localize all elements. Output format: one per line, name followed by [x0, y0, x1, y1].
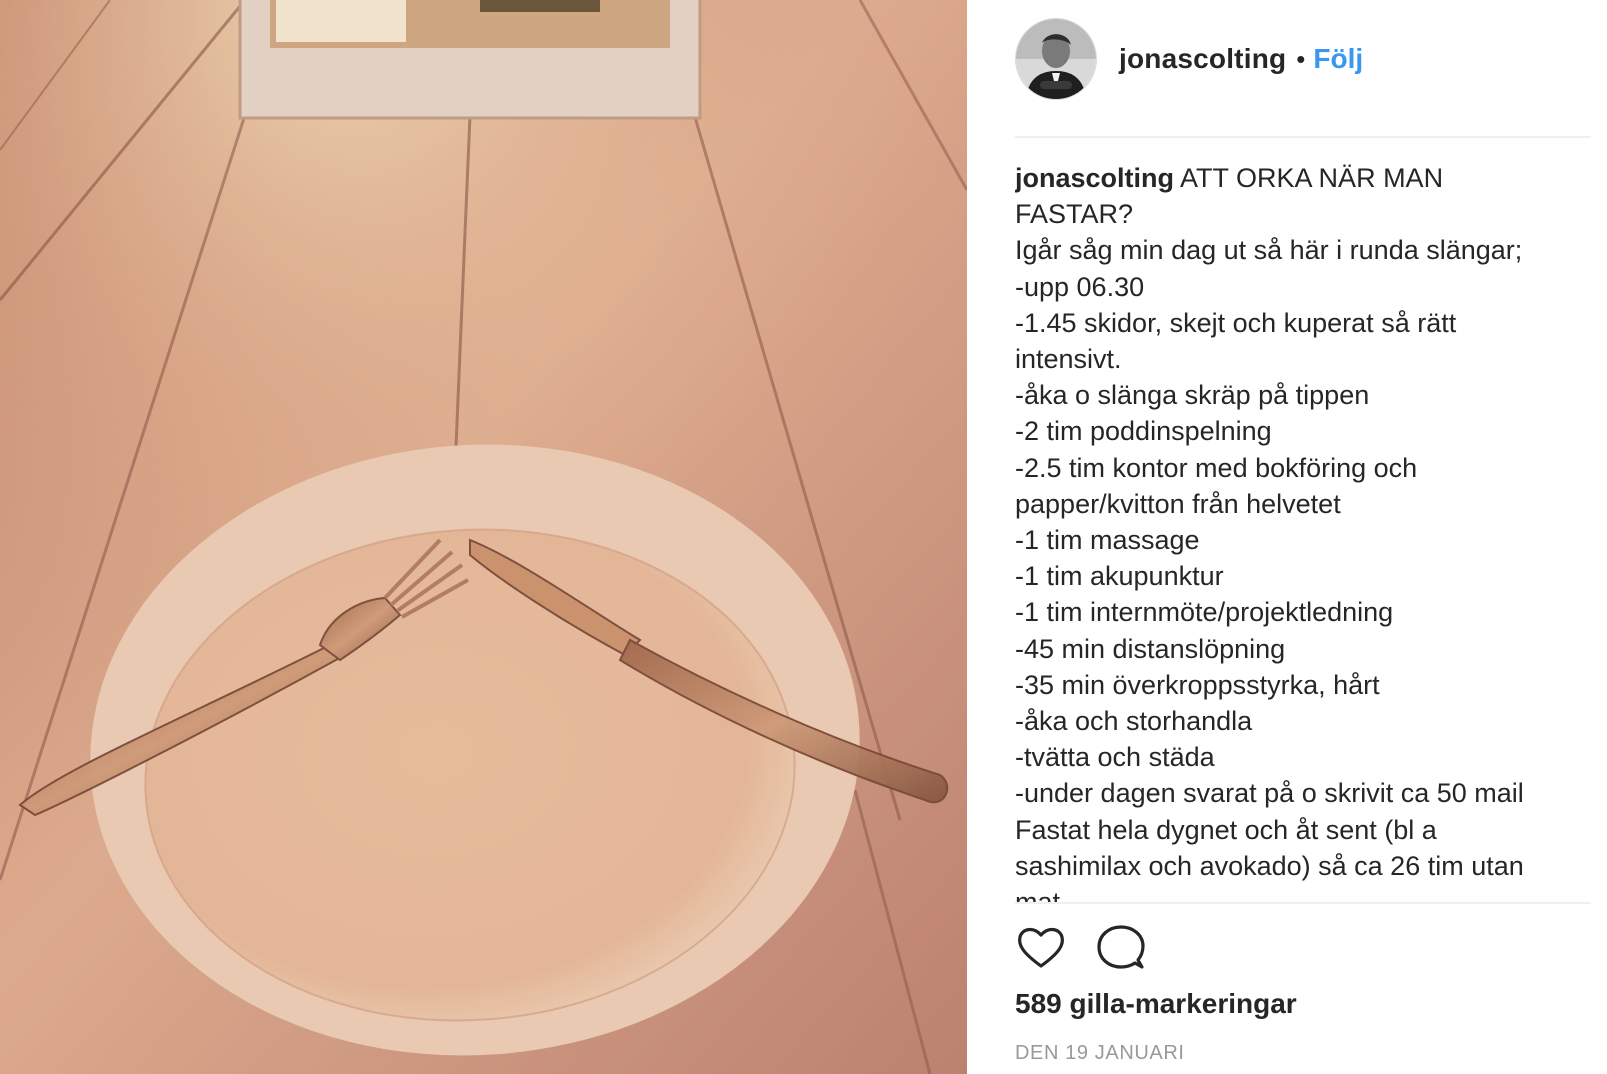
- caption-text: -35 min överkroppsstyrka, hårt: [1015, 669, 1380, 700]
- post-header: jonascolting • Följ: [1015, 18, 1363, 100]
- caption-username[interactable]: jonascolting: [1015, 163, 1174, 193]
- caption-line: -1.45 skidor, skejt och kuperat så rätt: [1015, 305, 1605, 341]
- profile-photo: [1016, 19, 1096, 99]
- caption-line: Igår såg min dag ut så här i runda släng…: [1015, 232, 1605, 268]
- action-bar: [1015, 920, 1175, 976]
- caption-text: intensivt.: [1015, 344, 1122, 375]
- caption-line: Fastat hela dygnet och åt sent (bl a: [1015, 812, 1605, 848]
- heart-icon[interactable]: [1015, 922, 1067, 974]
- caption-line: -åka och storhandla: [1015, 703, 1605, 739]
- caption-line: -1 tim internmöte/projektledning: [1015, 594, 1605, 630]
- caption-text: -2.5 tim kontor med bokföring och: [1015, 452, 1418, 483]
- caption-line: -upp 06.30: [1015, 269, 1605, 305]
- caption-text: -åka och storhandla: [1015, 706, 1253, 737]
- follow-button[interactable]: Följ: [1313, 43, 1363, 75]
- caption-text: -1 tim akupunktur: [1015, 561, 1224, 592]
- caption-text: -under dagen svarat på o skrivit ca 50 m…: [1015, 778, 1524, 809]
- caption-line: -under dagen svarat på o skrivit ca 50 m…: [1015, 775, 1605, 811]
- caption-text: FASTAR?: [1015, 199, 1134, 230]
- post-date[interactable]: DEN 19 JANUARI: [1015, 1042, 1185, 1065]
- avatar[interactable]: [1015, 18, 1097, 100]
- caption-text: -1.45 skidor, skejt och kuperat så rätt: [1015, 307, 1457, 338]
- caption[interactable]: jonascolting ATT ORKA NÄR MAN FASTAR? Igår…: [1015, 160, 1605, 902]
- caption-line: FASTAR?: [1015, 196, 1605, 232]
- header-divider: [1015, 136, 1591, 138]
- caption-text: -tvätta och städa: [1015, 742, 1215, 773]
- plate-with-cutlery-image: [0, 0, 967, 1074]
- caption-line: -35 min överkroppsstyrka, hårt: [1015, 667, 1605, 703]
- likes-count[interactable]: 589 gilla-markeringar: [1015, 988, 1297, 1020]
- caption-text: ATT ORKA NÄR MAN: [1174, 163, 1444, 193]
- caption-line: papper/kvitton från helvetet: [1015, 486, 1605, 522]
- caption-text: -upp 06.30: [1015, 271, 1145, 302]
- caption-text: papper/kvitton från helvetet: [1015, 488, 1341, 519]
- caption-text: -2 tim poddinspelning: [1015, 416, 1272, 447]
- caption-line: sashimilax och avokado) så ca 26 tim uta…: [1015, 848, 1605, 884]
- caption-line: -45 min distanslöpning: [1015, 631, 1605, 667]
- caption-line: -1 tim massage: [1015, 522, 1605, 558]
- caption-line: -åka o slänga skräp på tippen: [1015, 377, 1605, 413]
- separator-dot: •: [1296, 43, 1306, 74]
- caption-line: -2.5 tim kontor med bokföring och: [1015, 450, 1605, 486]
- header-username[interactable]: jonascolting: [1119, 43, 1286, 75]
- actions-divider: [1015, 902, 1591, 904]
- caption-text: Igår såg min dag ut så här i runda släng…: [1015, 235, 1523, 266]
- caption-text: -1 tim internmöte/projektledning: [1015, 597, 1394, 628]
- instagram-post: jonascolting • Följ jonascolting ATT ORK…: [0, 0, 1607, 1074]
- caption-text: mat: [1015, 887, 1060, 902]
- post-photo[interactable]: [0, 0, 967, 1074]
- caption-text: -åka o slänga skräp på tippen: [1015, 380, 1370, 411]
- caption-line: intensivt.: [1015, 341, 1605, 377]
- post-sidebar: jonascolting • Följ jonascolting ATT ORK…: [967, 0, 1607, 1074]
- comment-bubble-icon[interactable]: [1095, 922, 1147, 974]
- caption-text: -45 min distanslöpning: [1015, 633, 1286, 664]
- caption-line: -1 tim akupunktur: [1015, 558, 1605, 594]
- caption-text: -1 tim massage: [1015, 525, 1200, 556]
- caption-text: sashimilax och avokado) så ca 26 tim uta…: [1015, 850, 1524, 881]
- caption-line: jonascolting ATT ORKA NÄR MAN: [1015, 160, 1605, 196]
- caption-line: -2 tim poddinspelning: [1015, 413, 1605, 449]
- caption-line: mat: [1015, 884, 1605, 902]
- caption-line: -tvätta och städa: [1015, 739, 1605, 775]
- caption-text: Fastat hela dygnet och åt sent (bl a: [1015, 814, 1437, 845]
